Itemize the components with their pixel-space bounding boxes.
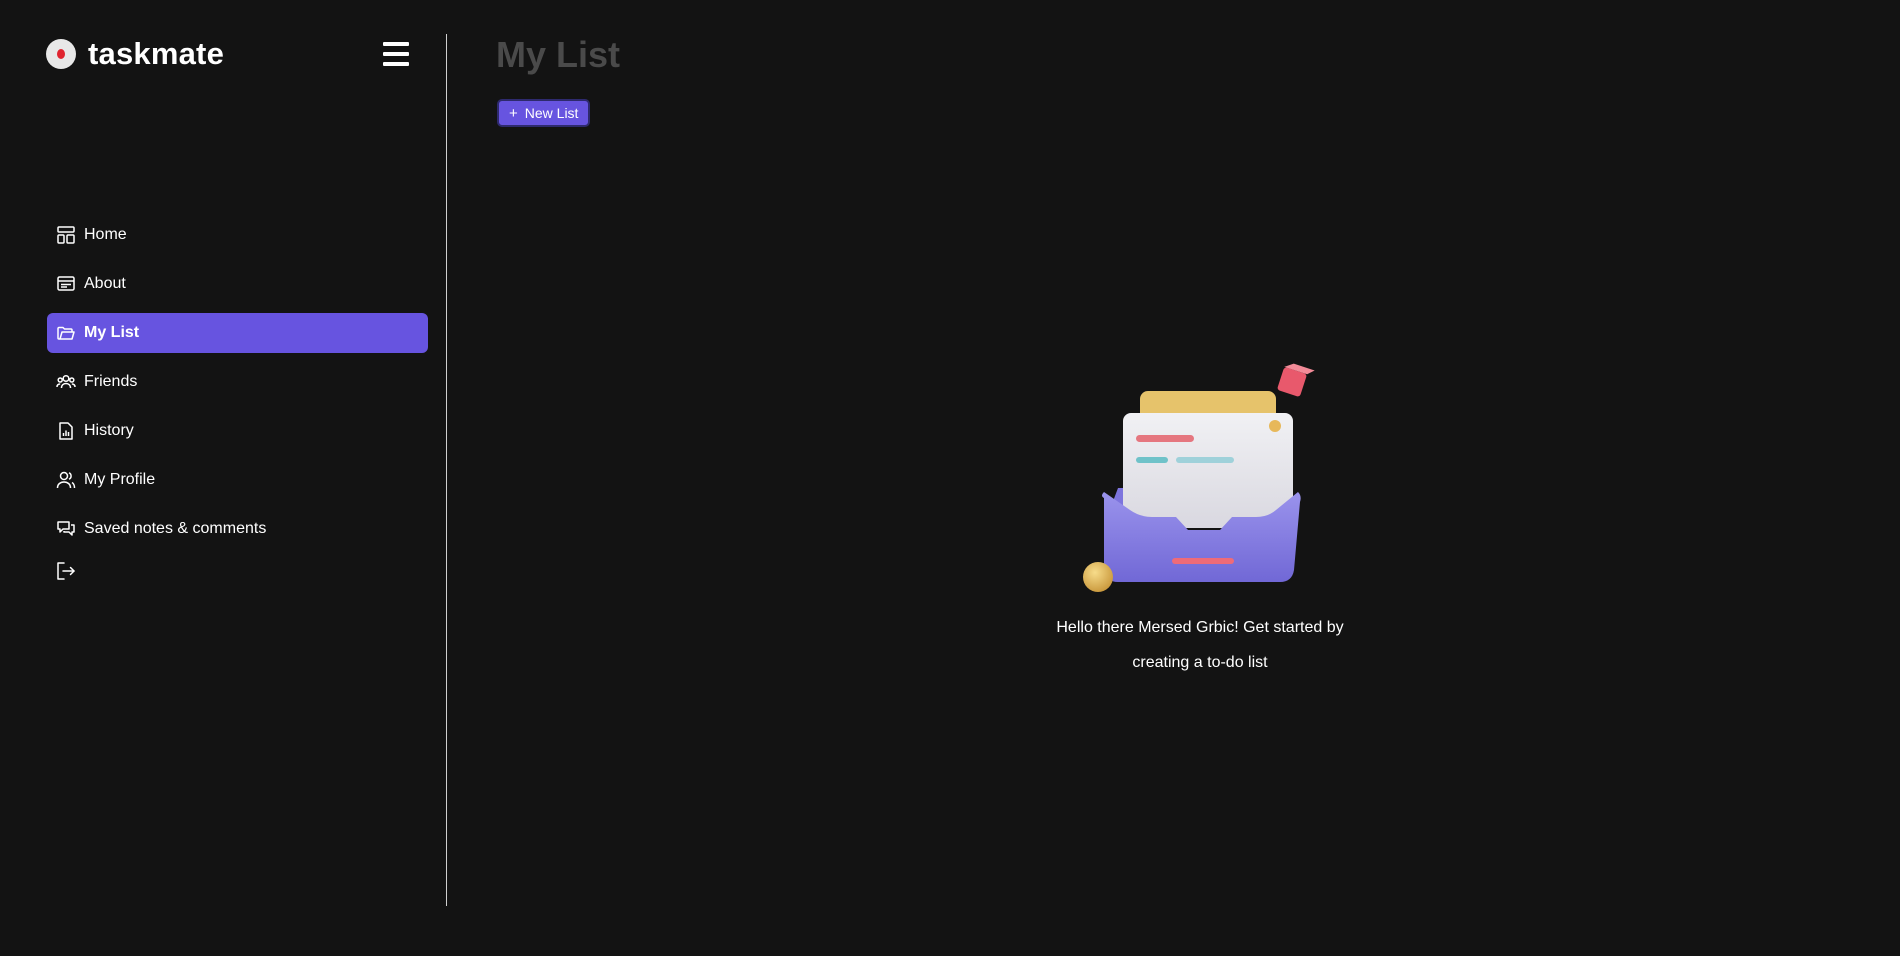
sidebar-item-label: My List — [84, 324, 140, 341]
page-title: My List — [496, 34, 621, 75]
sidebar-item-label: About — [84, 275, 126, 292]
sidebar-nav: Home About My List Friends History My Pr… — [47, 215, 428, 558]
file-chart-icon — [56, 421, 76, 441]
empty-state: Hello there Mersed Grbic! Get started by… — [1050, 360, 1350, 680]
sidebar-divider — [446, 34, 447, 906]
folder-open-icon — [56, 323, 76, 343]
logout-icon[interactable] — [56, 561, 76, 581]
empty-message-line1: Hello there Mersed Grbic! Get started by — [1056, 619, 1344, 636]
brand-name: taskmate — [88, 36, 225, 71]
empty-state-message: Hello there Mersed Grbic! Get started by… — [1050, 610, 1350, 680]
id-card-icon — [56, 274, 76, 294]
sidebar-item-my-profile[interactable]: My Profile — [47, 460, 428, 500]
users-icon — [56, 372, 76, 392]
layout-dashboard-icon — [56, 225, 76, 245]
sidebar-item-about[interactable]: About — [47, 264, 428, 304]
user-profile-icon — [56, 470, 76, 490]
sidebar-item-my-list[interactable]: My List — [47, 313, 428, 353]
sidebar-item-label: History — [84, 422, 134, 439]
record-dot-icon — [46, 39, 76, 69]
sidebar-item-home[interactable]: Home — [47, 215, 428, 255]
sidebar-item-saved-notes[interactable]: Saved notes & comments — [47, 509, 428, 549]
sidebar-item-label: Saved notes & comments — [84, 520, 267, 537]
chat-bubbles-icon — [56, 519, 76, 539]
empty-inbox-illustration — [1083, 363, 1315, 592]
sidebar-item-label: Home — [84, 226, 127, 243]
plus-icon: + — [509, 104, 518, 122]
hamburger-menu-icon[interactable] — [383, 42, 409, 66]
empty-message-line2: creating a to-do list — [1132, 654, 1268, 671]
app-root: taskmate Home About My List Friends Hist… — [0, 0, 1900, 956]
brand[interactable]: taskmate — [46, 36, 224, 72]
sidebar: taskmate Home About My List Friends Hist… — [0, 0, 446, 956]
sidebar-item-friends[interactable]: Friends — [47, 362, 428, 402]
sidebar-item-label: My Profile — [84, 471, 156, 488]
sidebar-item-label: Friends — [84, 373, 138, 390]
new-list-label: New List — [524, 105, 579, 121]
sidebar-item-history[interactable]: History — [47, 411, 428, 451]
new-list-button[interactable]: + New List — [497, 99, 591, 127]
